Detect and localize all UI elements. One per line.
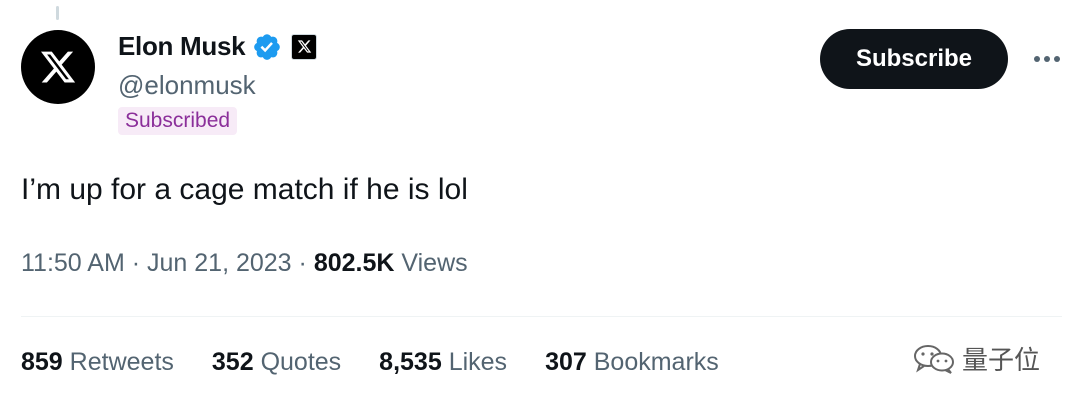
meta-separator: · xyxy=(298,249,307,277)
watermark: 量子位 xyxy=(912,340,1040,377)
likes-count: 8,535 xyxy=(379,348,442,376)
more-options-icon xyxy=(1034,56,1060,62)
engagement-stats: 859 Retweets 352 Quotes 8,535 Likes 307 … xyxy=(21,348,757,377)
quotes-stat[interactable]: 352 Quotes xyxy=(212,348,341,377)
retweets-label: Retweets xyxy=(69,348,174,376)
divider xyxy=(21,316,1062,317)
likes-label: Likes xyxy=(448,348,508,376)
author-name[interactable]: Elon Musk xyxy=(118,31,246,62)
views-label: Views xyxy=(401,249,468,277)
retweets-stat[interactable]: 859 Retweets xyxy=(21,348,174,377)
x-logo-icon xyxy=(40,51,76,83)
verified-badge-icon xyxy=(254,33,281,60)
meta-separator: · xyxy=(131,249,141,277)
tweet-text: I’m up for a cage match if he is lol xyxy=(21,173,468,206)
tweet-time[interactable]: 11:50 AM xyxy=(21,249,125,277)
bookmarks-stat[interactable]: 307 Bookmarks xyxy=(545,348,719,377)
likes-stat[interactable]: 8,535 Likes xyxy=(379,348,507,377)
tweet-metadata: 11:50 AM · Jun 21, 2023 · 802.5K Views xyxy=(21,249,468,278)
author-name-row: Elon Musk xyxy=(118,31,318,62)
quotes-label: Quotes xyxy=(260,348,342,376)
retweets-count: 859 xyxy=(21,348,63,376)
watermark-text: 量子位 xyxy=(962,346,1041,376)
author-avatar[interactable] xyxy=(21,30,95,104)
quotes-count: 352 xyxy=(211,348,254,376)
bookmarks-label: Bookmarks xyxy=(593,348,719,376)
subscribed-badge: Subscribed xyxy=(118,107,238,135)
bookmarks-count: 307 xyxy=(545,348,587,376)
tweet-date[interactable]: Jun 21, 2023 xyxy=(147,249,292,277)
wechat-icon xyxy=(914,344,954,374)
views-count: 802.5K xyxy=(313,249,395,277)
subscribe-button[interactable]: Subscribe xyxy=(820,29,1008,89)
thread-connector-line xyxy=(56,6,59,20)
author-handle[interactable]: @elonmusk xyxy=(118,70,256,101)
x-affiliate-badge-icon xyxy=(291,33,318,60)
more-options-button[interactable] xyxy=(1028,42,1066,76)
